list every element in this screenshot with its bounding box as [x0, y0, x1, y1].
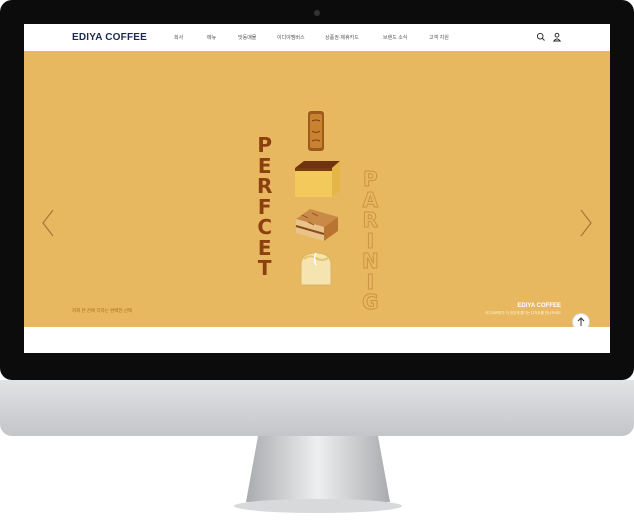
letter: G	[362, 290, 379, 314]
webcam-icon	[314, 10, 320, 16]
menu-item-menu[interactable]: 메뉴	[207, 34, 238, 41]
main-menu: 회사 메뉴 맛동매물 이디야멤버스 상품권·제휴카드 브랜드 소식 고객 지원	[174, 34, 449, 41]
hero-brand-title: EDIYA COFFEE	[517, 303, 561, 309]
pound-cake-image	[308, 111, 324, 151]
hero-banner: P E R F C E T P A R I N I G 커피 한 잔에 더하는 …	[24, 51, 610, 327]
letter: I	[366, 269, 375, 294]
menu-item-news[interactable]: 브랜드 소식	[383, 34, 429, 41]
logo[interactable]: EDIYA COFFEE	[72, 32, 147, 43]
monitor-stand	[234, 436, 402, 513]
user-icon[interactable]	[552, 32, 562, 42]
letter: I	[366, 228, 375, 253]
letter: E	[257, 153, 272, 178]
next-arrow-icon[interactable]	[578, 208, 594, 238]
screen: EDIYA COFFEE 회사 메뉴 맛동매물 이디야멤버스 상품권·제휴카드 …	[24, 24, 610, 353]
perfect-vertical-text: P E R F C E T	[257, 135, 272, 279]
hero-tagline: 커피 한 잔에 더하는 완벽한 선택	[72, 308, 133, 313]
menu-item-store[interactable]: 맛동매물	[238, 34, 277, 41]
paring-vertical-text: P A R I N I G	[362, 167, 380, 314]
monitor-chin	[0, 380, 634, 436]
letter: R	[362, 208, 379, 232]
content-area	[24, 327, 610, 353]
letter: T	[257, 256, 272, 280]
letter: R	[257, 174, 273, 198]
top-navigation: EDIYA COFFEE 회사 메뉴 맛동매물 이디야멤버스 상품권·제휴카드 …	[24, 24, 610, 51]
letter: N	[362, 249, 380, 273]
letter: C	[257, 215, 273, 239]
menu-item-members[interactable]: 이디야멤버스	[277, 34, 325, 41]
castella-image	[295, 161, 340, 197]
search-icon[interactable]	[536, 32, 546, 42]
layer-cake-image	[295, 209, 338, 241]
letter: P	[257, 133, 273, 157]
prev-arrow-icon[interactable]	[40, 208, 56, 238]
bread-image	[300, 252, 332, 286]
letter: P	[363, 167, 379, 191]
letter: E	[257, 235, 272, 260]
letter: F	[257, 194, 272, 219]
letter: A	[362, 187, 379, 212]
hero-brand-subtitle: 이디야커피가 더 맛있게 즐기는 디저트를 만나보세요	[485, 311, 561, 315]
menu-item-company[interactable]: 회사	[174, 34, 207, 41]
menu-item-giftcard[interactable]: 상품권·제휴카드	[325, 34, 383, 41]
menu-item-support[interactable]: 고객 지원	[429, 34, 449, 41]
